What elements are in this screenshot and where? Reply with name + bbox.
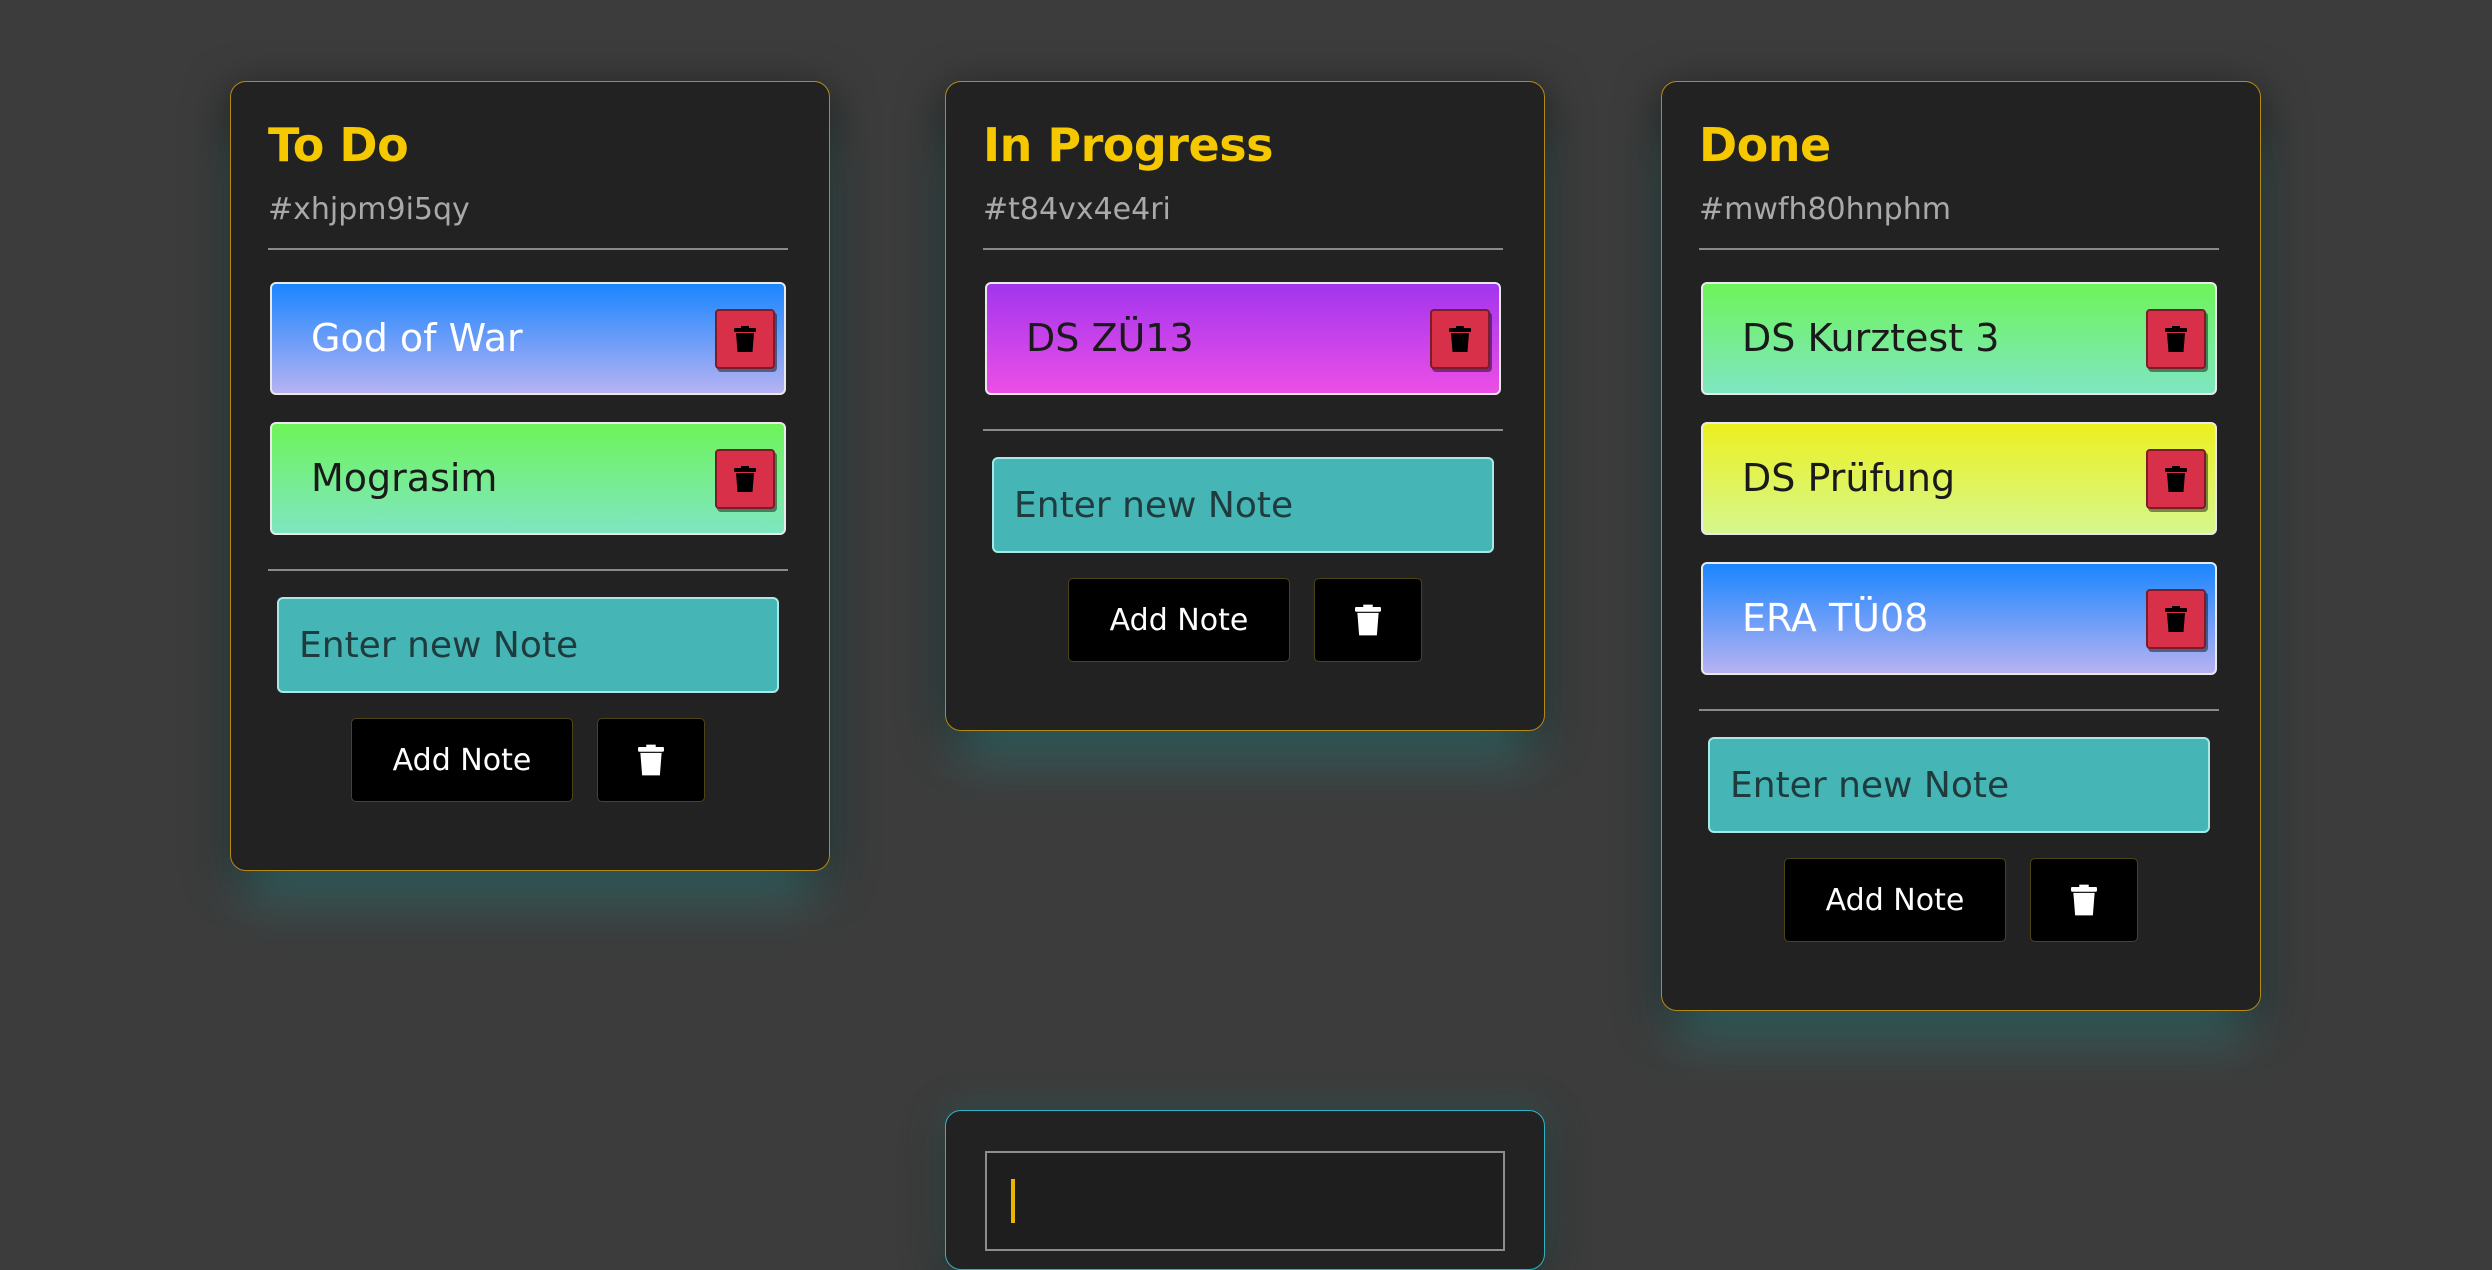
note-text: Mograsim [311, 456, 498, 500]
trash-icon [2165, 326, 2187, 352]
board-title: In Progress [983, 118, 1273, 172]
board-done: Done #mwfh80hnphm DS Kurztest 3 DS Prüfu… [1661, 81, 2261, 1011]
board-in-progress: In Progress #t84vx4e4ri DS ZÜ13 Add Note [945, 81, 1545, 731]
note-text: DS Kurztest 3 [1742, 316, 2000, 360]
board-to-do: To Do #xhjpm9i5qy God of War Mograsim Ad… [230, 81, 830, 871]
note-delete-button[interactable] [2146, 449, 2206, 509]
note-delete-button[interactable] [1430, 309, 1490, 369]
trash-icon [2165, 606, 2187, 632]
clear-board-button[interactable] [2030, 858, 2138, 942]
divider [268, 569, 788, 571]
new-note-input[interactable] [992, 457, 1494, 553]
trash-icon [734, 326, 756, 352]
note-card[interactable]: DS ZÜ13 [985, 282, 1501, 395]
board-id: #t84vx4e4ri [983, 192, 1171, 227]
note-text: God of War [311, 316, 523, 360]
divider [983, 429, 1503, 431]
note-text: DS Prüfung [1742, 456, 1956, 500]
note-card[interactable]: Mograsim [270, 422, 786, 535]
board-id: #xhjpm9i5qy [268, 192, 470, 227]
board-id: #mwfh80hnphm [1699, 192, 1951, 227]
note-text: ERA TÜ08 [1742, 596, 1929, 640]
board-title: Done [1699, 118, 1831, 172]
new-note-input[interactable] [277, 597, 779, 693]
trash-icon [638, 744, 664, 776]
text-caret [1011, 1179, 1015, 1223]
note-text: DS ZÜ13 [1026, 316, 1194, 360]
divider [268, 248, 788, 250]
note-delete-button[interactable] [715, 449, 775, 509]
note-card[interactable]: God of War [270, 282, 786, 395]
trash-icon [2165, 466, 2187, 492]
clear-board-button[interactable] [1314, 578, 1422, 662]
trash-icon [2071, 884, 2097, 916]
trash-icon [1355, 604, 1381, 636]
note-card[interactable]: ERA TÜ08 [1701, 562, 2217, 675]
divider [1699, 709, 2219, 711]
divider [983, 248, 1503, 250]
new-note-input[interactable] [1708, 737, 2210, 833]
clear-board-button[interactable] [597, 718, 705, 802]
board-title: To Do [268, 118, 409, 172]
add-note-button[interactable]: Add Note [351, 718, 573, 802]
note-delete-button[interactable] [2146, 309, 2206, 369]
divider [1699, 248, 2219, 250]
add-note-button[interactable]: Add Note [1068, 578, 1290, 662]
note-card[interactable]: DS Kurztest 3 [1701, 282, 2217, 395]
trash-icon [734, 466, 756, 492]
note-delete-button[interactable] [2146, 589, 2206, 649]
note-delete-button[interactable] [715, 309, 775, 369]
note-card[interactable]: DS Prüfung [1701, 422, 2217, 535]
trash-icon [1449, 326, 1471, 352]
new-board-title-input[interactable] [985, 1151, 1505, 1251]
add-note-button[interactable]: Add Note [1784, 858, 2006, 942]
new-board-card [945, 1110, 1545, 1270]
